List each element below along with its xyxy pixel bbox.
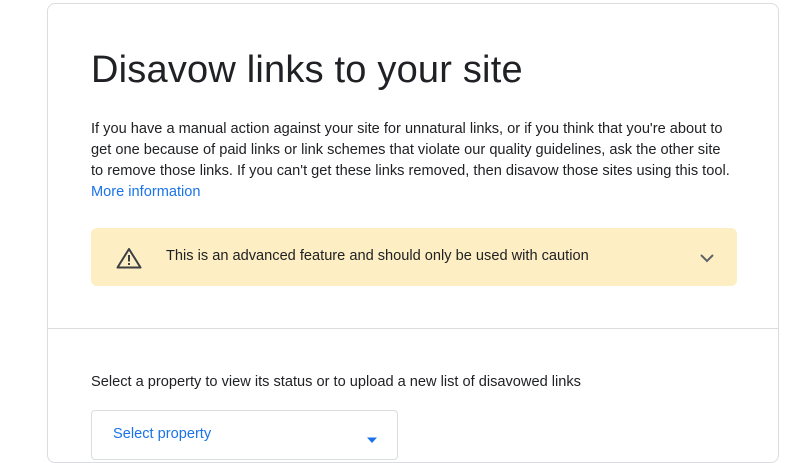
warning-icon (116, 247, 142, 269)
chevron-down-icon[interactable] (699, 251, 715, 263)
page-title: Disavow links to your site (91, 49, 523, 91)
dropdown-arrow-icon (366, 431, 378, 443)
caution-text: This is an advanced feature and should o… (166, 248, 589, 264)
caution-banner[interactable]: This is an advanced feature and should o… (91, 228, 737, 286)
page-description: If you have a manual action against your… (91, 119, 731, 203)
property-dropdown[interactable]: Select property (91, 410, 398, 460)
section-divider (48, 328, 778, 329)
description-text: If you have a manual action against your… (91, 121, 730, 179)
disavow-card: Disavow links to your site If you have a… (47, 3, 779, 463)
property-select-label: Select a property to view its status or … (91, 374, 581, 390)
property-dropdown-value: Select property (113, 426, 212, 442)
more-information-link[interactable]: More information (91, 184, 201, 200)
